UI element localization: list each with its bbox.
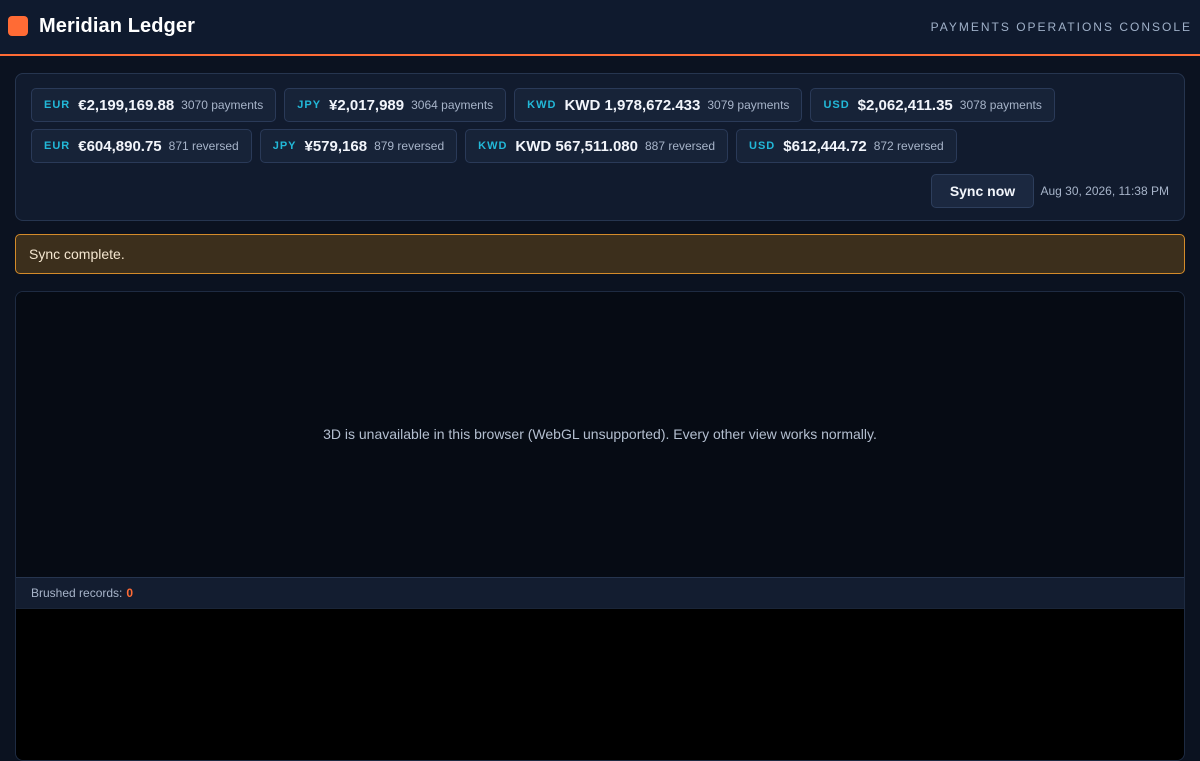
payments-total-jpy: JPY ¥2,017,989 3064 payments (284, 88, 507, 122)
reversed-amount: ¥579,168 (304, 137, 368, 155)
total-amount: ¥2,017,989 (329, 96, 405, 114)
brushed-records-count: 0 (126, 586, 134, 600)
payment-count: 3078 payments (959, 98, 1042, 112)
app-title: Meridian Ledger (39, 15, 195, 37)
payment-count: 3070 payments (181, 98, 264, 112)
sync-status-banner: Sync complete. (15, 234, 1185, 274)
brushed-records-area (16, 609, 1184, 760)
reversed-total-eur: EUR €604,890.75 871 reversed (31, 129, 252, 163)
total-amount: KWD 1,978,672.433 (564, 96, 701, 114)
reversed-count: 871 reversed (168, 139, 239, 153)
reversed-total-usd: USD $612,444.72 872 reversed (736, 129, 957, 163)
total-amount: €2,199,169.88 (78, 96, 175, 114)
reversed-total-jpy: JPY ¥579,168 879 reversed (259, 129, 458, 163)
reversed-count: 879 reversed (374, 139, 445, 153)
currency-code: USD (823, 99, 850, 111)
totals-summary-panel: EUR €2,199,169.88 3070 payments JPY ¥2,0… (15, 73, 1185, 221)
reversed-count: 872 reversed (873, 139, 944, 153)
payments-totals-row: EUR €2,199,169.88 3070 payments JPY ¥2,0… (31, 88, 1055, 122)
reversed-amount: $612,444.72 (783, 137, 867, 155)
brand-logo-icon (8, 16, 28, 36)
currency-code: EUR (44, 99, 71, 111)
payments-total-kwd: KWD KWD 1,978,672.433 3079 payments (514, 88, 803, 122)
currency-code: EUR (44, 140, 71, 152)
total-amount: $2,062,411.35 (857, 96, 953, 114)
sync-now-button[interactable]: Sync now (931, 174, 1034, 208)
currency-code: KWD (527, 99, 557, 111)
reversed-amount: €604,890.75 (78, 137, 162, 155)
payments-total-usd: USD $2,062,411.35 3078 payments (810, 88, 1055, 122)
last-sync-timestamp: Aug 30, 2026, 11:38 PM (1040, 184, 1169, 198)
payment-count: 3064 payments (411, 98, 494, 112)
brushed-records-label: Brushed records: (31, 586, 123, 600)
currency-code: KWD (478, 140, 508, 152)
app-header: Meridian Ledger PAYMENTS OPERATIONS CONS… (0, 0, 1200, 56)
webgl-unavailable-message: 3D is unavailable in this browser (WebGL… (323, 426, 877, 442)
reversed-totals-row: EUR €604,890.75 871 reversed JPY ¥579,16… (31, 129, 957, 163)
reversed-total-kwd: KWD KWD 567,511.080 887 reversed (465, 129, 729, 163)
reversed-amount: KWD 567,511.080 (515, 137, 638, 155)
currency-code: JPY (272, 140, 297, 152)
3d-view-canvas[interactable]: 3D is unavailable in this browser (WebGL… (16, 292, 1184, 577)
viewer-panel: 3D is unavailable in this browser (WebGL… (15, 291, 1185, 761)
brush-status-bar: Brushed records: 0 (16, 577, 1184, 609)
console-label: PAYMENTS OPERATIONS CONSOLE (930, 20, 1192, 34)
payments-total-eur: EUR €2,199,169.88 3070 payments (31, 88, 277, 122)
payment-count: 3079 payments (707, 98, 790, 112)
currency-code: JPY (297, 99, 322, 111)
reversed-count: 887 reversed (644, 139, 716, 153)
currency-code: USD (749, 140, 776, 152)
